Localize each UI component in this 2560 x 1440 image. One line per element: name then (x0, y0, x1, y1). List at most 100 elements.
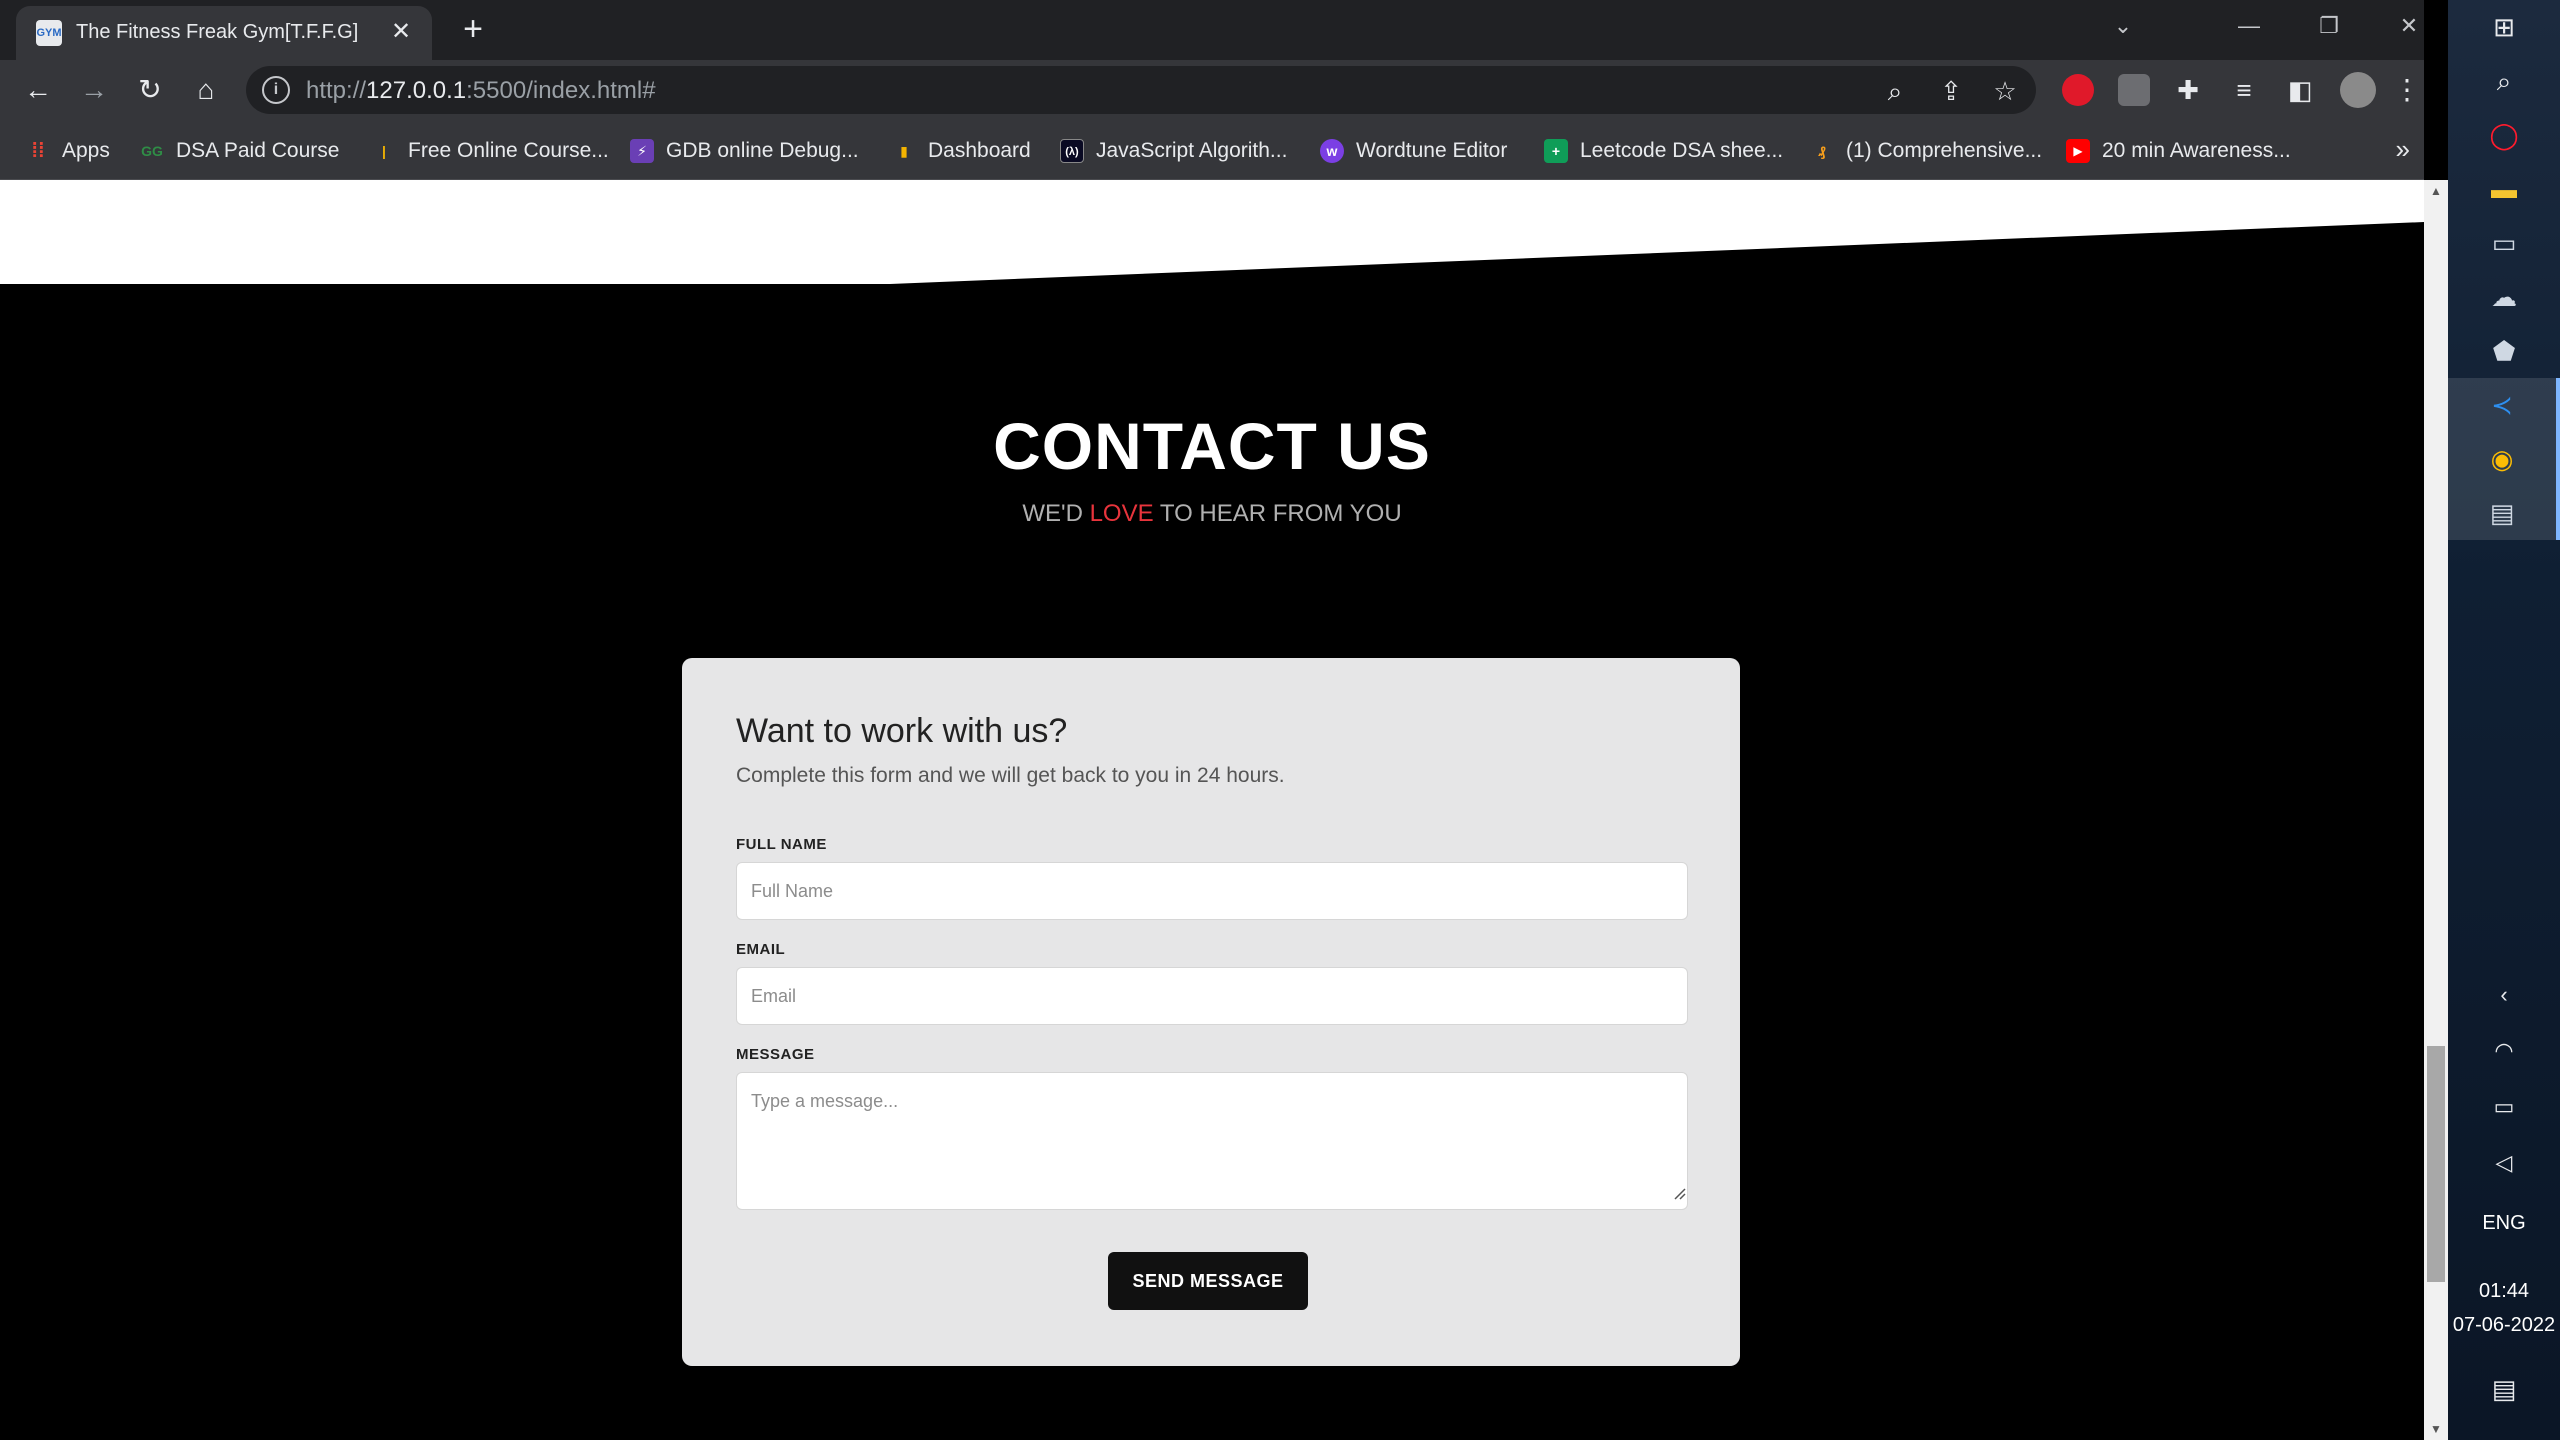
monitor-icon[interactable]: ▭ (2448, 216, 2560, 270)
message-label: MESSAGE (736, 1046, 815, 1063)
bookmark-label: 20 min Awareness... (2102, 139, 2291, 162)
url-text[interactable]: http://127.0.0.1:5500/index.html# (306, 77, 656, 105)
clock-date[interactable]: 07-06-2022 (2448, 1314, 2560, 1337)
opera-icon[interactable]: ◯ (2448, 108, 2560, 162)
chrome-icon[interactable]: ◉ (2448, 432, 2560, 486)
zoom-icon[interactable]: ⌕ (1878, 74, 1912, 108)
page-viewport: CONTACT US WE'D LOVE TO HEAR FROM YOU Wa… (0, 180, 2424, 1440)
email-label: EMAIL (736, 941, 786, 958)
contact-form-card: Want to work with us? Complete this form… (682, 658, 1740, 1366)
bookmark-dashboard[interactable]: ▮ Dashboard (892, 136, 1031, 166)
gfg-icon: GG (141, 143, 163, 159)
forward-arrow-icon[interactable]: → (72, 68, 116, 112)
side-panel-icon[interactable]: ◧ (2278, 68, 2322, 112)
bookmark-awareness[interactable]: ▶ 20 min Awareness... (2066, 136, 2291, 166)
bookmarks-overflow-button[interactable]: » (2396, 134, 2410, 165)
url-scheme: http:// (306, 77, 367, 104)
profile-avatar[interactable] (2340, 72, 2376, 108)
plus-icon[interactable]: + (456, 12, 490, 47)
wordtune-icon: w (1320, 139, 1344, 163)
apps-grid-icon: ⁞⁞ (31, 140, 45, 162)
subtitle-accent: LOVE (1089, 500, 1154, 527)
bar-icon: | (382, 143, 386, 159)
clock-time[interactable]: 01:44 (2448, 1280, 2560, 1303)
bookmark-label: Leetcode DSA shee... (1580, 139, 1784, 162)
page-scrollbar[interactable]: ▲ ▼ (2424, 180, 2448, 1440)
subtitle-part: TO HEAR FROM YOU (1153, 500, 1402, 527)
browser-toolbar: ← → ↻ ⌂ i http://127.0.0.1:5500/index.ht… (0, 60, 2424, 120)
volume-icon[interactable]: ◁ (2448, 1136, 2560, 1190)
scroll-up-arrow-icon[interactable]: ▲ (2424, 180, 2448, 202)
bookmark-free-online-course[interactable]: | Free Online Course... (372, 136, 609, 166)
bookmarks-bar: ⁞⁞ Apps GG DSA Paid Course | Free Online… (0, 120, 2424, 180)
search-icon[interactable]: ⌕ (2448, 54, 2560, 108)
email-input[interactable] (736, 967, 1688, 1025)
bookmark-label: DSA Paid Course (176, 139, 340, 162)
send-message-button[interactable]: SEND MESSAGE (1108, 1252, 1308, 1310)
browser-chrome: GYM The Fitness Freak Gym[T.F.F.G] ✕ + ⌄… (0, 0, 2424, 180)
bookmark-dsa-paid-course[interactable]: GG DSA Paid Course (140, 136, 339, 166)
bookmark-label: (1) Comprehensive... (1846, 139, 2043, 162)
full-name-input[interactable] (736, 862, 1688, 920)
bookmark-gdb-online-debugger[interactable]: ⚡ GDB online Debug... (630, 136, 859, 166)
back-arrow-icon[interactable]: ← (16, 68, 60, 112)
full-name-label: FULL NAME (736, 836, 827, 853)
scrollbar-thumb[interactable] (2427, 1046, 2445, 1282)
leetcode-icon: ₰ (1818, 143, 1826, 159)
form-description: Complete this form and we will get back … (736, 764, 1285, 787)
restore-icon[interactable]: ❐ (2304, 6, 2354, 46)
bookmark-label: Wordtune Editor (1356, 139, 1508, 162)
url-rest: :5500/index.html# (466, 77, 656, 104)
sheets-icon: + (1544, 139, 1568, 163)
address-bar[interactable]: i http://127.0.0.1:5500/index.html# ⌕ ⇪ … (246, 66, 2036, 114)
resize-grip-icon[interactable] (1674, 1188, 1686, 1200)
windows-taskbar: ⊞ ⌕ ◯ ▬ ▭ ☁ ⬟ ≺ ◉ ▤ ‹ ◠ ▭ ◁ ENG 01:44 07… (2448, 0, 2560, 1440)
bar-chart-icon: ▮ (900, 143, 908, 159)
section-divider-shape (0, 180, 2424, 284)
bookmark-label: Free Online Course... (408, 139, 609, 162)
subtitle-part: WE'D (1022, 500, 1090, 527)
bookmark-label: JavaScript Algorith... (1096, 139, 1288, 162)
kebab-menu-icon[interactable]: ⋮ (2392, 68, 2422, 112)
tab-title: The Fitness Freak Gym[T.F.F.G] (76, 21, 359, 43)
battery-icon[interactable]: ▭ (2448, 1080, 2560, 1134)
star-icon[interactable]: ☆ (1988, 74, 2022, 108)
chevron-left-icon[interactable]: ‹ (2448, 968, 2560, 1022)
bookmark-label: GDB online Debug... (666, 139, 859, 162)
message-textarea[interactable] (736, 1072, 1688, 1210)
vscode-icon[interactable]: ≺ (2448, 378, 2560, 432)
page-title: CONTACT US (993, 409, 1431, 483)
media-queue-icon[interactable]: ≡ (2222, 68, 2266, 112)
bookmark-apps[interactable]: ⁞⁞ Apps (26, 136, 110, 166)
form-heading: Want to work with us? (736, 712, 1068, 750)
gym-favicon-icon: GYM (36, 20, 62, 46)
info-icon[interactable]: i (262, 76, 290, 104)
language-indicator[interactable]: ENG (2448, 1212, 2560, 1235)
url-host: 127.0.0.1 (366, 77, 467, 104)
bookmark-leetcode-dsa-sheet[interactable]: + Leetcode DSA shee... (1544, 136, 1783, 166)
scroll-down-arrow-icon[interactable]: ▼ (2424, 1418, 2448, 1440)
wifi-icon[interactable]: ◠ (2448, 1024, 2560, 1078)
bookmark-comprehensive[interactable]: ₰ (1) Comprehensive... (1810, 136, 2042, 166)
adblock-icon[interactable] (2062, 74, 2094, 106)
close-window-icon[interactable]: ✕ (2384, 6, 2434, 46)
puzzle-icon[interactable]: ✚ (2166, 68, 2210, 112)
share-icon[interactable]: ⇪ (1934, 74, 1968, 108)
cloud-icon[interactable]: ☁ (2448, 270, 2560, 324)
file-explorer-icon[interactable]: ▬ (2448, 162, 2560, 216)
close-icon[interactable]: ✕ (386, 17, 416, 47)
windows-start-icon[interactable]: ⊞ (2448, 0, 2560, 54)
browser-tab[interactable]: GYM The Fitness Freak Gym[T.F.F.G] ✕ (16, 6, 432, 60)
bookmark-javascript-algorithms[interactable]: (λ) JavaScript Algorith... (1060, 136, 1287, 166)
page-subtitle: WE'D LOVE TO HEAR FROM YOU (0, 500, 2424, 528)
minimize-icon[interactable]: — (2224, 6, 2274, 46)
reload-icon[interactable]: ↻ (128, 68, 172, 112)
bookmark-wordtune-editor[interactable]: w Wordtune Editor (1320, 136, 1507, 166)
home-icon[interactable]: ⌂ (184, 68, 228, 112)
clipboard-extension-icon[interactable] (2118, 74, 2150, 106)
shield-icon[interactable]: ⬟ (2448, 324, 2560, 378)
lightning-icon: ⚡ (630, 139, 654, 163)
notification-icon[interactable]: ▤ (2448, 1362, 2560, 1416)
chevron-down-icon[interactable]: ⌄ (2098, 6, 2148, 46)
terminal-icon[interactable]: ▤ (2448, 486, 2560, 540)
